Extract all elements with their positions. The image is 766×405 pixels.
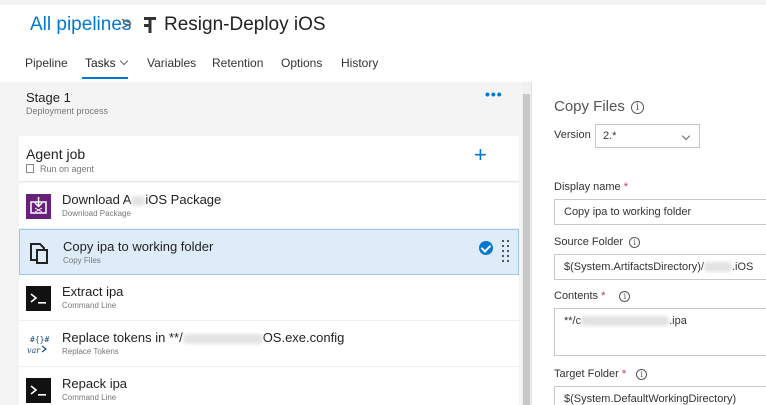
agent-job-subtitle: Run on agent: [40, 164, 95, 174]
active-tab-indicator: [82, 77, 128, 79]
contents-label-text: Contents: [554, 290, 599, 302]
tab-tasks-label: Tasks: [85, 56, 116, 70]
agent-job[interactable]: Agent job Run on agent +: [19, 136, 519, 182]
tab-variables[interactable]: Variables: [147, 56, 196, 70]
agent-job-title: Agent job: [26, 146, 86, 162]
task-replace-tokens[interactable]: #{}# var Replace tokens in **/ OS.exe.con…: [19, 321, 519, 367]
tab-retention[interactable]: Retention: [212, 56, 263, 70]
stage-title: Stage 1: [26, 90, 71, 105]
tab-options[interactable]: Options: [281, 56, 322, 70]
task-title-part2: OS.exe.config: [262, 330, 345, 345]
contents-suffix: .ipa: [669, 315, 687, 327]
task-copy-files[interactable]: Copy ipa to working folder Copy Files: [19, 229, 519, 275]
source-folder-field[interactable]: $(System.ArtifactsDirectory)/ .iOS: [554, 254, 766, 280]
tab-tasks[interactable]: Tasks: [85, 56, 128, 70]
tab-history[interactable]: History: [341, 56, 378, 70]
task-title: Repack ipa: [62, 376, 128, 391]
redacted-text: [703, 262, 732, 273]
task-subtitle: Download Package: [62, 209, 131, 218]
task-title: Extract ipa: [62, 284, 124, 299]
panel-title-text: Copy Files: [554, 98, 625, 115]
command-line-icon: [26, 378, 51, 403]
task-title: Copy ipa to working folder: [63, 239, 214, 254]
contents-label: Contents * i: [554, 290, 631, 302]
header: All pipelines > Resign-Deploy iOS Pipeli…: [0, 0, 766, 82]
stage-subtitle: Deployment process: [26, 106, 109, 116]
svg-text:var: var: [27, 346, 41, 355]
version-label: Version: [554, 129, 591, 141]
scrollbar-thumb[interactable]: [523, 94, 530, 405]
info-icon[interactable]: i: [636, 368, 648, 380]
required-marker: *: [621, 368, 627, 380]
enabled-check-icon: [479, 241, 493, 255]
task-title: Download A iOS Package: [62, 192, 221, 207]
task-download-package[interactable]: Download A iOS Package Download Package: [19, 183, 519, 229]
task-subtitle: Copy Files: [63, 256, 101, 265]
display-name-field[interactable]: Copy ipa to working folder: [554, 199, 766, 225]
tab-pipeline[interactable]: Pipeline: [25, 56, 68, 70]
task-title-part2: iOS Package: [145, 192, 222, 207]
tasks-list-pane: Stage 1 Deployment process ••• Agent job…: [0, 82, 531, 405]
redacted-text: [581, 316, 670, 327]
task-title: Replace tokens in **/ OS.exe.config: [62, 330, 344, 345]
source-folder-label: Source Folder i: [554, 236, 641, 248]
task-subtitle: Command Line: [62, 301, 117, 310]
server-icon: [26, 164, 34, 173]
download-package-icon: [26, 194, 51, 219]
add-task-icon[interactable]: +: [474, 142, 487, 168]
info-icon[interactable]: i: [629, 236, 641, 248]
task-subtitle: Replace Tokens: [62, 347, 119, 356]
contents-prefix: **/c: [564, 315, 582, 327]
source-folder-prefix: $(System.ArtifactsDirectory)/: [564, 261, 704, 273]
info-icon[interactable]: i: [630, 100, 644, 114]
display-name-label: Display name *: [554, 181, 628, 193]
contents-textarea[interactable]: **/c .ipa: [554, 308, 766, 356]
display-name-label-text: Display name: [554, 181, 621, 193]
task-details-panel: Copy Files i Version 2.* Display name * C…: [531, 82, 766, 405]
stage-header[interactable]: Stage 1 Deployment process •••: [19, 82, 519, 124]
page-title: Resign-Deploy iOS: [164, 14, 326, 35]
task-repack-ipa[interactable]: Repack ipa Command Line: [19, 367, 519, 405]
task-subtitle: Command Line: [62, 393, 117, 402]
panel-title: Copy Files i: [554, 98, 644, 115]
task-title-part1: Replace tokens in **/: [62, 330, 183, 345]
version-select[interactable]: 2.*: [595, 124, 700, 148]
source-folder-label-text: Source Folder: [554, 236, 624, 248]
command-line-icon: [26, 286, 51, 311]
chevron-down-icon: [681, 131, 691, 141]
task-extract-ipa[interactable]: Extract ipa Command Line: [19, 275, 519, 321]
drag-handle-icon[interactable]: [502, 240, 510, 264]
redacted-text: [131, 195, 146, 206]
release-pipeline-icon: [144, 17, 156, 33]
more-options-icon[interactable]: •••: [485, 86, 503, 102]
breadcrumb-separator: >: [121, 14, 133, 35]
required-marker: *: [623, 181, 628, 193]
top-strip: [0, 0, 766, 5]
task-title-part1: Download A: [62, 192, 132, 207]
redacted-text: [182, 333, 263, 344]
source-folder-suffix: .iOS: [731, 261, 754, 273]
svg-text:#{}#: #{}#: [30, 335, 49, 344]
breadcrumb-all-pipelines[interactable]: All pipelines: [30, 14, 131, 36]
required-marker: *: [601, 290, 606, 302]
version-value: 2.*: [603, 130, 617, 142]
copy-files-icon: [30, 243, 48, 264]
chevron-down-icon: [119, 56, 128, 66]
target-folder-label: Target Folder * i: [554, 368, 648, 380]
replace-tokens-icon: #{}# var: [27, 335, 49, 355]
target-folder-label-text: Target Folder: [554, 368, 619, 380]
info-icon[interactable]: i: [619, 290, 631, 302]
target-folder-field[interactable]: $(System.DefaultWorkingDirectory): [554, 386, 766, 405]
task-list-scrollbar[interactable]: [522, 82, 531, 405]
